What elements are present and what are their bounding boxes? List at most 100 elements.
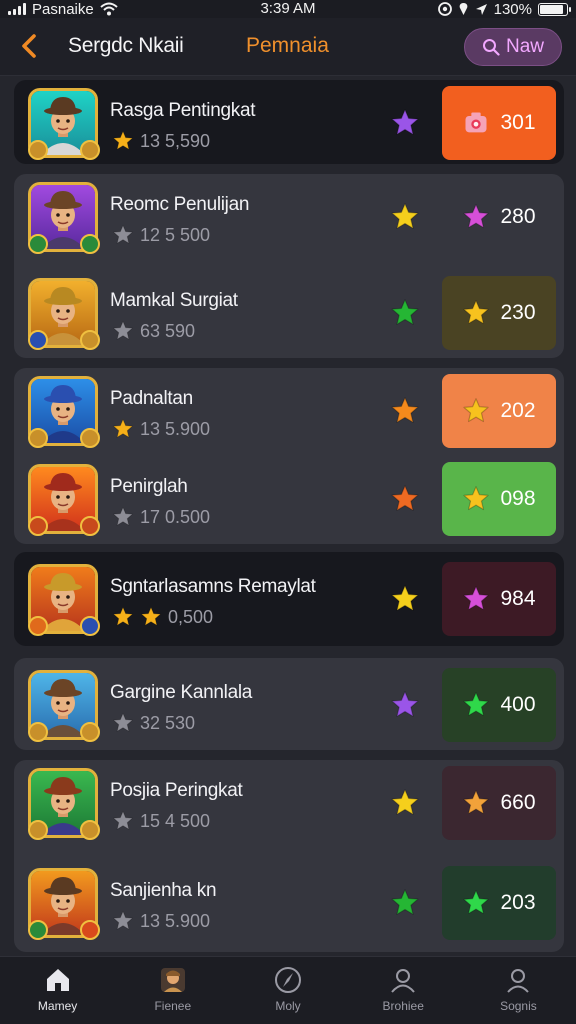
user-icon — [507, 969, 530, 993]
tier-star-icon — [391, 691, 419, 717]
battery-percent: 130% — [493, 0, 532, 18]
pink-star-icon — [463, 204, 490, 229]
list-item[interactable]: Sgntarlasamns Remaylat 0,500 984 — [14, 556, 564, 642]
rating-text: 12 5 500 — [140, 224, 211, 245]
list-item[interactable]: Reomc Penulijan 12 5 500 280 — [14, 174, 564, 260]
list-item[interactable]: Rasga Pentingkat 13 5,590 301 — [14, 80, 564, 166]
item-name: Reomc Penulijan — [110, 194, 250, 215]
tier-star-icon — [391, 789, 419, 815]
at-icon — [437, 2, 452, 16]
nav-item-brohiee[interactable]: Brohiee — [346, 957, 461, 1024]
score-value: 660 — [500, 791, 536, 814]
gold-star-icon — [463, 398, 490, 423]
tab-pemnaia[interactable]: Pemnaia — [246, 34, 329, 58]
score-button[interactable]: 280 — [442, 180, 556, 254]
status-right: 130% — [437, 0, 571, 18]
nav-item-moly[interactable]: Moly — [230, 957, 345, 1024]
item-name: Sgntarlasamns Remaylat — [110, 576, 316, 597]
app-header: Sergdc Nkaii Pemnaia Naw — [0, 18, 576, 76]
coin-badge-icon — [80, 722, 100, 742]
gold-star-icon — [463, 300, 490, 325]
level-badge-icon — [28, 330, 48, 350]
nav-label: Fienee — [154, 999, 192, 1013]
rating-text: 15 4 500 — [140, 810, 211, 831]
rating-row: 32 530 — [112, 712, 195, 734]
list-item[interactable]: Sanjienha kn 13 5.900 203 — [14, 860, 564, 946]
rating-row: 0,500 — [112, 606, 213, 628]
score-value: 098 — [500, 487, 536, 510]
item-name: Mamkal Surgiat — [110, 290, 238, 311]
rating-row: 17 0.500 — [112, 506, 210, 528]
compass-icon — [275, 967, 301, 993]
item-name: Gargine Kannlala — [110, 682, 253, 703]
list-item[interactable]: Posjia Peringkat 15 4 500 660 — [14, 760, 564, 846]
gold-star-icon — [113, 606, 133, 626]
nav-item-sognis[interactable]: Sognis — [461, 957, 576, 1024]
nav-item-mamey[interactable]: Mamey — [0, 957, 115, 1024]
battery-icon — [538, 2, 571, 16]
list-group: Reomc Penulijan 12 5 500 280 Mamkal Surgiat… — [14, 174, 564, 358]
coin-badge-icon — [80, 330, 100, 350]
gray-star-icon — [113, 712, 133, 732]
item-name: Penirglah — [110, 476, 188, 497]
list-item[interactable]: Mamkal Surgiat 63 590 230 — [14, 270, 564, 356]
list-group: Sgntarlasamns Remaylat 0,500 984 — [14, 552, 564, 646]
level-badge-icon — [28, 820, 48, 840]
rating-text: 13 5.900 — [140, 418, 211, 439]
item-name: Posjia Peringkat — [110, 780, 243, 801]
score-value: 400 — [500, 693, 536, 716]
green-star-icon — [463, 890, 490, 915]
score-button[interactable]: 660 — [442, 766, 556, 840]
list-item[interactable]: Penirglah 17 0.500 098 — [14, 456, 564, 542]
list-item[interactable]: Padnaltan 13 5.900 202 — [14, 368, 564, 454]
item-name: Rasga Pentingkat — [110, 100, 256, 121]
level-badge-icon — [28, 920, 48, 940]
rating-text: 13 5,590 — [140, 130, 211, 151]
rating-text: 32 530 — [140, 712, 196, 733]
rating-row: 13 5.900 — [112, 910, 210, 932]
gold-star-icon — [463, 486, 490, 511]
score-button[interactable]: 230 — [442, 276, 556, 350]
rating-row: 13 5,590 — [112, 130, 210, 152]
page-title: Sergdc Nkaii — [68, 34, 184, 57]
coin-badge-icon — [80, 820, 100, 840]
rating-row: 12 5 500 — [112, 224, 210, 246]
list-item[interactable]: Gargine Kannlala 32 530 400 — [14, 662, 564, 748]
pink-star-icon — [463, 586, 490, 611]
score-button[interactable]: 984 — [442, 562, 556, 636]
rating-text: 63 590 — [140, 320, 196, 341]
tier-star-icon — [391, 203, 419, 229]
camera-icon — [465, 112, 487, 133]
tier-star-icon — [391, 109, 419, 135]
back-arrow-icon[interactable] — [16, 32, 42, 60]
new-button-label: Naw — [505, 36, 544, 57]
item-name: Padnaltan — [110, 388, 193, 409]
list-group: Padnaltan 13 5.900 202 Penirglah 17 0.500 098 — [14, 368, 564, 544]
gray-star-icon — [113, 320, 133, 340]
location-icon — [459, 3, 467, 15]
score-button[interactable]: 202 — [442, 374, 556, 448]
coin-badge-icon — [80, 920, 100, 940]
score-value: 202 — [500, 399, 536, 422]
nav-item-fienee[interactable]: Fienee — [115, 957, 230, 1024]
score-button[interactable]: 203 — [442, 866, 556, 940]
coin-badge-icon — [80, 140, 100, 160]
score-button[interactable]: 301 — [442, 86, 556, 160]
character-icon — [160, 968, 185, 992]
score-button[interactable]: 098 — [442, 462, 556, 536]
rating-text: 13 5.900 — [140, 910, 211, 931]
level-badge-icon — [28, 140, 48, 160]
tier-star-icon — [391, 585, 419, 611]
rating-text: 17 0.500 — [140, 506, 211, 527]
score-value: 301 — [500, 111, 536, 134]
level-badge-icon — [28, 516, 48, 536]
coin-badge-icon — [80, 234, 100, 254]
score-button[interactable]: 400 — [442, 668, 556, 742]
score-value: 280 — [500, 205, 536, 228]
gray-star-icon — [113, 506, 133, 526]
level-badge-icon — [28, 616, 48, 636]
tier-star-icon — [391, 299, 419, 325]
list-group: Posjia Peringkat 15 4 500 660 Sanjienha kn 1… — [14, 760, 564, 952]
new-button[interactable]: Naw — [464, 28, 562, 66]
nav-label: Sognis — [500, 999, 537, 1013]
